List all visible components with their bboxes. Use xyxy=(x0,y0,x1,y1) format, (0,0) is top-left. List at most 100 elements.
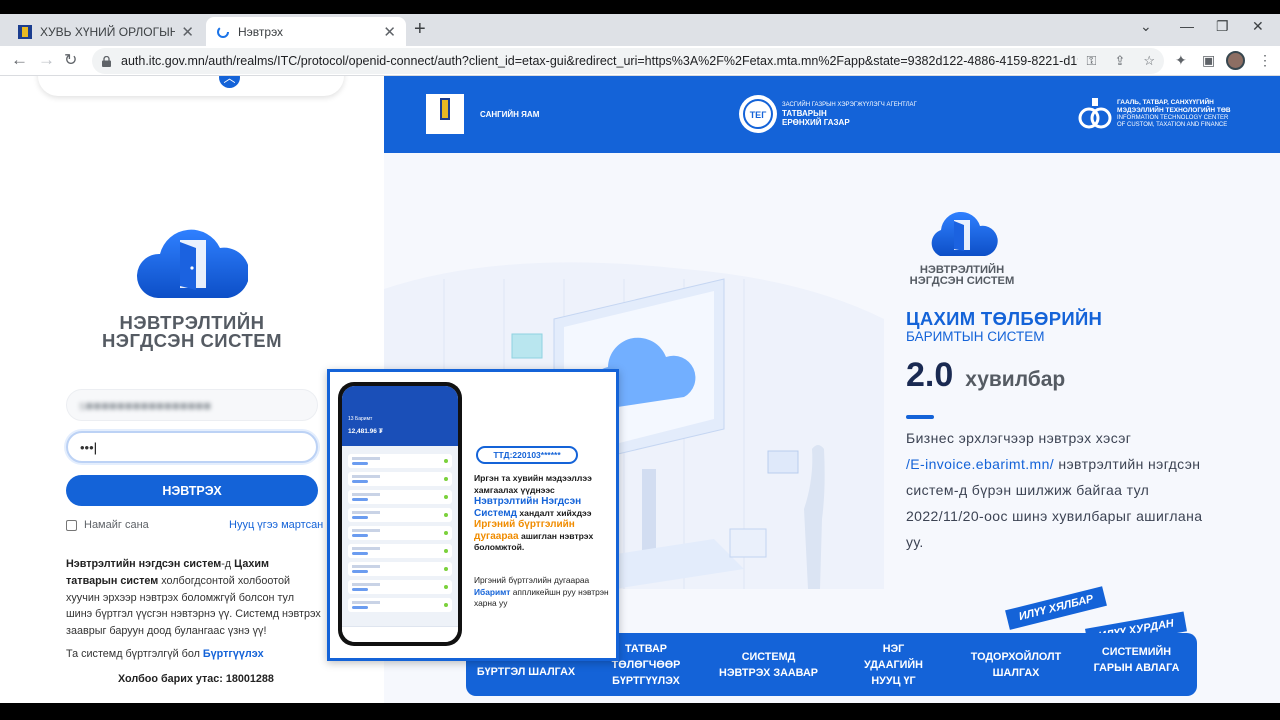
forgot-password-link[interactable]: Нууц үгээ мартсан xyxy=(229,519,323,531)
phone-header: 13 Баримт 12,481.96 ₮ xyxy=(342,386,458,446)
tab-tax-income[interactable]: ХУВЬ ХҮНИЙ ОРЛОГЫН АЛБАН ✕ xyxy=(8,17,204,46)
accent-bar xyxy=(906,415,934,419)
side-panel-icon[interactable]: ▣ xyxy=(1202,52,1215,69)
info-text-2: -д xyxy=(221,558,235,570)
nav-login-guide[interactable]: СИСТЕМД НЭВТРЭХ ЗААВАР xyxy=(706,633,831,696)
tax-office-logo: ТЕГ ЗАСГИЙН ГАЗРЫН ХЭРЭГЖҮҮЛЭГЧ АГЕНТЛАГ… xyxy=(738,94,917,134)
key-icon[interactable]: ⚿ xyxy=(1087,53,1097,69)
itc-line-2: МЭДЭЭЛЛИЙН ТЕХНОЛОГИЙН ТӨВ xyxy=(1117,107,1231,114)
phone-list-item xyxy=(348,544,452,558)
phone-list-item xyxy=(348,526,452,540)
ov-t1: Иргэн та хувийн мэдээллээ хамгаалах үүдн… xyxy=(474,473,592,495)
tab-search-icon[interactable]: ⌄ xyxy=(1140,18,1152,35)
page: ︿ НЭВТРЭЛТИЙН НЭГДСЭН СИСТЕМ s■■■■■■■■■■… xyxy=(0,76,1280,703)
phone-list-item xyxy=(348,580,452,594)
ov-t3: хандалт хийхдээ xyxy=(517,507,592,518)
minimize-icon[interactable]: — xyxy=(1180,18,1194,34)
bottom-letterbox xyxy=(0,703,1280,720)
ministry-emblem-icon xyxy=(426,94,464,134)
tab-strip: ХУВЬ ХҮНИЙ ОРЛОГЫН АЛБАН ✕ Нэвтрэх ✕ + ⌄… xyxy=(0,14,1280,46)
phone-list-item xyxy=(348,508,452,522)
promo-subtitle: БАРИМТЫН СИСТЕМ xyxy=(906,329,1045,344)
contact-phone: Холбоо барих утас: 18001288 xyxy=(118,673,274,685)
tab-title: ХУВЬ ХҮНИЙ ОРЛОГЫН АЛБАН xyxy=(40,24,176,39)
itc-line-1: ГААЛЬ, ТАТВАР, САНХҮҮГИЙН xyxy=(1117,99,1214,106)
register-link[interactable]: Бүртгүүлэх xyxy=(203,648,264,660)
bookmark-star-icon[interactable]: ☆ xyxy=(1143,53,1155,69)
info-text: Нэвтрэлтийн нэгдсэн систем-д Цахим татва… xyxy=(66,556,322,640)
remember-checkbox[interactable] xyxy=(66,519,77,531)
forward-icon[interactable]: → xyxy=(38,50,55,70)
svg-text:ТЕГ: ТЕГ xyxy=(750,110,767,120)
brand-title-left: НЭВТРЭЛТИЙН НЭГДСЭН СИСТЕМ xyxy=(84,313,300,351)
phone-list-item xyxy=(348,598,452,612)
brand-title-right: НЭВТРЭЛТИЙН НЭГДСЭН СИСТЕМ xyxy=(906,264,1018,287)
ov-s2: Ибаримт xyxy=(474,586,511,597)
email-value: s■■■■■■■■■■■■■■■■ xyxy=(79,397,212,413)
phone-label: 13 Баримт xyxy=(348,416,373,422)
desc-part-1: Бизнес эрхлэгчээр нэвтрэх хэсэг xyxy=(906,430,1132,446)
tab-title: Нэвтрэх xyxy=(238,24,284,39)
phone-screen: 13 Баримт 12,481.96 ₮ xyxy=(342,386,458,642)
phone-mockup: 13 Баримт 12,481.96 ₮ xyxy=(338,382,462,646)
tax-line-2: ЕРӨНХИЙ ГАЗАР xyxy=(782,117,850,127)
promo-title: ЦАХИМ ТӨЛБӨРИЙН xyxy=(906,308,1103,329)
version-number: 2.0 xyxy=(906,356,954,394)
emblem-favicon-icon xyxy=(18,24,32,39)
extensions-icon[interactable]: ✦ xyxy=(1175,52,1187,69)
nav-system-manual[interactable]: СИСТЕМИЙН ГАРЫН АВЛАГА xyxy=(1076,633,1197,696)
ov-s1: Иргэний бүртгэлийн дугаараа xyxy=(474,575,590,585)
phone-list-item xyxy=(348,454,452,468)
info-bold-1: Нэвтрэлтийн нэгдсэн систем xyxy=(66,558,222,570)
ministry-logo: САНГИЙН ЯАМ xyxy=(426,94,539,134)
promo-description: Бизнес эрхлэгчээр нэвтрэх хэсэг/E-invoic… xyxy=(906,425,1216,555)
new-tab-icon[interactable]: + xyxy=(414,18,426,41)
phone-list-item xyxy=(348,472,452,486)
close-tab-icon[interactable]: ✕ xyxy=(181,23,194,41)
ttd-badge: ТТД:220103****** xyxy=(476,446,578,464)
itc-line-4: OF CUSTOM, TAXATION AND FINANCE xyxy=(1117,122,1228,128)
phone-amount: 12,481.96 ₮ xyxy=(348,428,383,435)
back-icon[interactable]: ← xyxy=(11,50,28,70)
close-window-icon[interactable]: ✕ xyxy=(1252,18,1264,35)
tax-office-emblem-icon: ТЕГ xyxy=(739,95,777,133)
overlay-main-text: Иргэн та хувийн мэдээллээ хамгаалах үүдн… xyxy=(474,473,616,554)
einvoice-link[interactable]: /E-invoice.ebarimt.mn/ xyxy=(906,456,1054,472)
ribbon-easier: ИЛҮҮ ХЯЛБАР xyxy=(1005,586,1108,630)
password-field[interactable]: ••• | xyxy=(66,431,318,463)
reload-icon[interactable]: ↻ xyxy=(64,50,77,70)
close-tab-icon[interactable]: ✕ xyxy=(383,23,396,41)
share-icon[interactable]: ⇪ xyxy=(1114,53,1125,69)
version: 2.0 хувилбар xyxy=(906,356,1065,395)
tab-login[interactable]: Нэвтрэх ✕ xyxy=(206,17,406,46)
maximize-icon[interactable]: ❐ xyxy=(1216,18,1229,35)
email-field[interactable]: s■■■■■■■■■■■■■■■■ xyxy=(66,389,318,421)
login-button[interactable]: НЭВТРЭХ xyxy=(66,475,318,506)
version-word: хувилбар xyxy=(965,368,1066,391)
nav-check-certificate[interactable]: ТОДОРХОЙЛОЛТ ШАЛГАХ xyxy=(956,633,1076,696)
phone-list-item xyxy=(348,490,452,504)
lock-icon xyxy=(102,55,111,67)
itc-line-3: INFORMATION TECHNOLOGY CENTER xyxy=(1117,115,1229,121)
profile-avatar[interactable] xyxy=(1226,51,1245,70)
address-bar[interactable]: auth.itc.gov.mn/auth/realms/ITC/protocol… xyxy=(92,48,1164,74)
overlay-sub-text: Иргэний бүртгэлийн дугаараа Ибаримт аппл… xyxy=(474,575,616,610)
remember-label: Намайг сана xyxy=(84,519,149,531)
remember-me[interactable]: Намайг сана xyxy=(66,519,149,531)
ministry-name: САНГИЙН ЯАМ xyxy=(480,109,540,119)
nav-one-time-password[interactable]: НЭГ УДААГИЙН НУУЦ ҮГ xyxy=(831,633,956,696)
collapsed-card: ︿ xyxy=(38,76,344,96)
tax-small: ЗАСГИЙН ГАЗРЫН ХЭРЭГЖҮҮЛЭГЧ АГЕНТЛАГ xyxy=(782,101,917,108)
chevron-up-icon[interactable]: ︿ xyxy=(219,76,240,88)
register-prefix: Та системд бүртгэлгүй бол xyxy=(66,648,203,660)
menu-icon[interactable]: ⋮ xyxy=(1258,52,1272,69)
cloud-door-logo-small-icon xyxy=(931,211,998,256)
itc-emblem-icon xyxy=(1078,98,1112,129)
phone-list-item xyxy=(348,562,452,576)
register-line: Та системд бүртгэлгүй бол Бүртгүүлэх xyxy=(66,648,264,660)
loading-favicon-icon xyxy=(217,25,229,38)
password-value: ••• xyxy=(80,439,94,455)
brand-line-2: НЭГДСЭН СИСТЕМ xyxy=(101,330,283,351)
phone-nav-bar xyxy=(342,626,458,642)
url-text: auth.itc.gov.mn/auth/realms/ITC/protocol… xyxy=(121,54,1078,68)
